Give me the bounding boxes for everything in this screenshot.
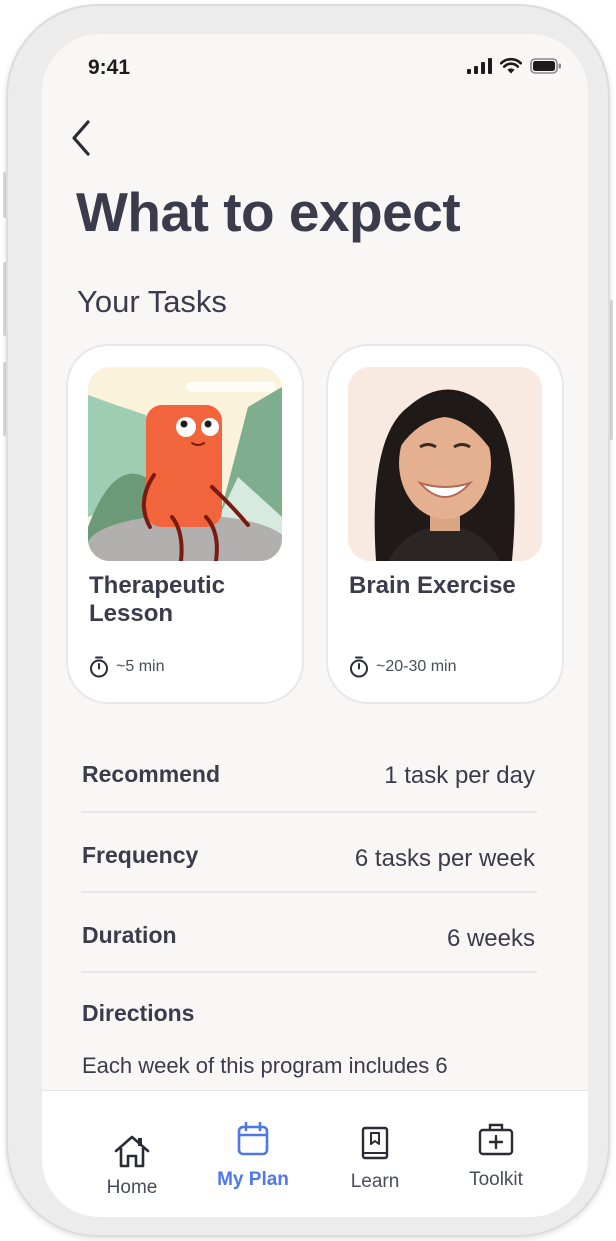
tab-home[interactable]: Home [72,1091,192,1201]
page-title: What to expect [76,181,461,243]
phone-frame: 9:41 What to expect Your Tasks Therapeut… [6,4,610,1237]
lesson-illustration [88,367,282,561]
back-button[interactable] [68,118,104,158]
task-duration: ~20-30 min [349,656,457,678]
book-icon [361,1126,389,1160]
home-icon [114,1135,150,1168]
coach-photo [348,367,542,561]
tab-label: My Plan [217,1169,289,1190]
tab-toolkit[interactable]: Toolkit [436,1091,556,1201]
info-row-recommend: Recommend 1 task per day [81,733,537,813]
bottom-tab-bar: Home My Plan Learn Toolkit [42,1090,588,1217]
section-title: Your Tasks [77,284,227,319]
directions-text: Each week of this program includes 6 [82,1053,448,1078]
task-card-therapeutic-lesson[interactable]: Therapeutic Lesson ~5 min [66,344,304,704]
task-duration: ~5 min [89,656,164,678]
info-value: 6 weeks [446,925,535,952]
app-screen: 9:41 What to expect Your Tasks Therapeut… [42,34,588,1217]
task-card-brain-exercise[interactable]: Brain Exercise ~20-30 min [326,344,564,704]
chevron-left-icon [72,120,90,156]
status-time: 9:41 [88,56,131,79]
info-label: Duration [82,922,177,948]
info-row-duration: Duration 6 weeks [81,893,537,973]
info-row-frequency: Frequency 6 tasks per week [81,813,537,893]
info-value: 6 tasks per week [354,845,535,872]
info-value: 1 task per day [384,762,535,789]
info-label: Frequency [82,842,199,868]
directions-label: Directions [82,1000,195,1026]
task-name: Brain Exercise [349,572,516,599]
battery-icon [530,58,561,74]
info-label: Recommend [82,761,221,787]
tab-learn[interactable]: Learn [315,1091,435,1201]
tab-label: Toolkit [469,1169,523,1190]
task-name: Therapeutic Lesson [89,572,226,627]
tab-label: Home [106,1177,158,1198]
task-duration-text: ~5 min [116,658,165,675]
status-icons [467,58,562,74]
stopwatch-icon [350,656,368,678]
stopwatch-icon [90,656,108,678]
tab-label: Learn [350,1171,400,1192]
signal-icon [467,58,492,74]
toolkit-icon [478,1123,514,1156]
tab-my-plan[interactable]: My Plan [193,1091,313,1201]
task-duration-text: ~20-30 min [376,658,457,675]
calendar-icon [237,1121,269,1156]
wifi-icon [500,58,522,74]
